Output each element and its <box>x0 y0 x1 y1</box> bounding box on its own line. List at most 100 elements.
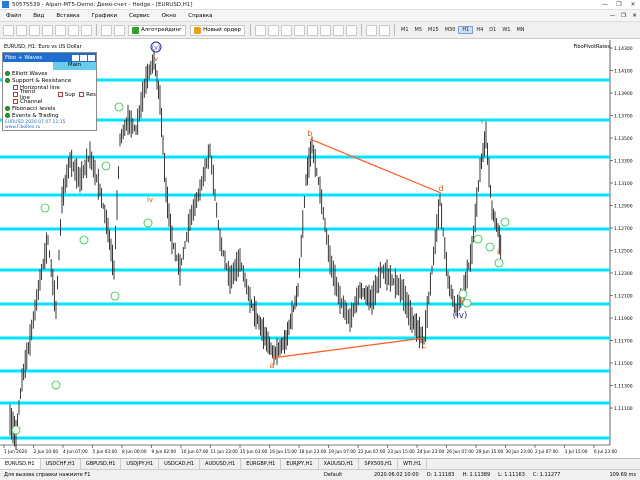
checkbox-icon[interactable] <box>13 92 18 97</box>
child-window-controls: — ❐ ✕ <box>607 13 640 19</box>
toggle-dot-icon[interactable] <box>5 78 10 83</box>
checkbox-icon[interactable] <box>13 99 18 104</box>
panel-row-extra-sup: Sup <box>64 91 76 98</box>
data-window-icon[interactable] <box>42 24 53 36</box>
bar-chart-icon[interactable] <box>255 24 267 36</box>
ide-icon[interactable] <box>101 24 112 36</box>
chart-tab[interactable]: USDJPY,H1 <box>121 458 160 470</box>
line-chart-icon[interactable] <box>281 24 293 36</box>
panel-row-channel[interactable]: Channel <box>3 98 96 105</box>
timeframe-h4[interactable]: H4 <box>473 27 486 33</box>
maximize-button[interactable]: ❐ <box>612 1 626 8</box>
chart-shift-icon[interactable] <box>333 24 345 36</box>
panel-tab-left[interactable] <box>3 62 53 70</box>
panel-row-support-resistance[interactable]: Support & Resistance <box>3 77 96 84</box>
crosshair-icon[interactable] <box>366 24 378 36</box>
chart-tab[interactable]: WTI,H1 <box>398 458 428 470</box>
menu-view[interactable]: Вид <box>27 13 50 19</box>
panel-row-trend-line[interactable]: Trend line Sup Res <box>3 89 96 101</box>
menu-window[interactable]: Окно <box>156 13 183 19</box>
wave-label-b: b <box>307 129 312 138</box>
checkbox-icon[interactable] <box>57 92 63 97</box>
window-controls: — ❐ ✕ <box>598 1 640 8</box>
panel-header[interactable]: Fibo + Waves <box>3 53 96 62</box>
child-close-button[interactable]: ✕ <box>629 13 640 19</box>
price-label: 1.12300 <box>614 271 633 277</box>
chart-tab[interactable]: GBPUSD,H1 <box>81 458 122 470</box>
panel-close-icon[interactable] <box>88 54 95 61</box>
status-profile: Default <box>324 472 343 478</box>
editor-icon[interactable] <box>114 24 125 36</box>
tile-windows-icon[interactable] <box>320 24 332 36</box>
menu-help[interactable]: Справка <box>182 13 218 19</box>
chart-tab[interactable]: USDCHF,H1 <box>41 458 81 470</box>
terminal-icon[interactable] <box>68 24 79 36</box>
candlestick-icon[interactable] <box>268 24 280 36</box>
panel-minimize-icon[interactable] <box>72 54 79 61</box>
zoom-in-icon[interactable] <box>294 24 306 36</box>
time-label: 19 Jun 07:00 <box>329 449 357 455</box>
chart-tab[interactable]: XAUUSD,H1 <box>319 458 360 470</box>
panel-row-events-trading[interactable]: Events & Trading <box>3 112 96 119</box>
menu-charts[interactable]: Графики <box>86 13 123 19</box>
chart-tab[interactable]: EURJPY,H1 <box>281 458 319 470</box>
timeframe-mn[interactable]: MN <box>513 27 527 33</box>
price-label: 1.12100 <box>614 294 633 300</box>
cursor-icon[interactable] <box>379 24 391 36</box>
status-datetime: 2020.06.02 10:00 <box>374 472 419 478</box>
toggle-dot-icon[interactable] <box>5 113 10 118</box>
panel-row-horizontal-line[interactable]: Horizontal line <box>3 84 96 91</box>
panel-settings-icon[interactable] <box>80 54 87 61</box>
zoom-out-icon[interactable] <box>307 24 319 36</box>
timeframe-m1[interactable]: M1 <box>398 27 412 33</box>
new-order-button[interactable]: Новый ордер <box>190 24 246 36</box>
new-order-icon <box>194 26 202 34</box>
panel-tab-main[interactable]: Main <box>53 62 96 70</box>
panel-row-fibonacci[interactable]: Fibonacci levels <box>3 105 96 112</box>
time-label: 6 Jul 23:00 <box>594 449 617 455</box>
toggle-dot-icon[interactable] <box>5 106 10 111</box>
chart-tab[interactable]: AUDUSD,H1 <box>200 458 242 470</box>
time-label: 9 Jun 02:00 <box>152 449 177 455</box>
panel-header-buttons <box>72 54 96 61</box>
time-label: 30 Jun 23:00 <box>506 449 534 455</box>
profiles-icon[interactable] <box>16 24 27 36</box>
timeframe-m30[interactable]: M30 <box>442 27 459 33</box>
chart-tab[interactable]: USDCAD,H1 <box>159 458 201 470</box>
chart-tab[interactable]: EURGBP,H1 <box>241 458 282 470</box>
chart-tab[interactable]: SPX500,H1 <box>359 458 399 470</box>
child-restore-button[interactable]: ❐ <box>618 13 629 19</box>
new-chart-icon[interactable] <box>3 24 14 36</box>
wave-label-c: c <box>422 341 426 350</box>
autoscroll-icon[interactable] <box>346 24 358 36</box>
menu-file[interactable]: Файл <box>0 13 27 19</box>
timeframe-w1[interactable]: W1 <box>499 27 513 33</box>
time-label: 18 Jun 23:00 <box>299 449 327 455</box>
toggle-dot-icon[interactable] <box>5 71 10 76</box>
timeframe-d1[interactable]: D1 <box>486 27 499 33</box>
close-button[interactable]: ✕ <box>626 1 640 8</box>
price-label: 1.13700 <box>614 114 633 120</box>
checkbox-icon[interactable] <box>13 85 18 90</box>
market-watch-icon[interactable] <box>29 24 40 36</box>
price-label: 1.11300 <box>614 384 633 390</box>
time-label: 11 Jun 23:00 <box>211 449 239 455</box>
wave-label-i: i <box>481 118 483 126</box>
wave-marker-circle <box>494 258 504 268</box>
strategy-tester-icon[interactable] <box>81 24 92 36</box>
chart-tab[interactable]: EURUSD,H1 <box>0 458 41 470</box>
wave-marker-circle <box>143 218 153 228</box>
panel-row-elliott-waves[interactable]: Elliott Waves <box>3 70 96 77</box>
timeframe-h1[interactable]: H1 <box>458 26 474 34</box>
timeframe-m15[interactable]: M15 <box>425 27 442 33</box>
minimize-button[interactable]: — <box>598 1 612 8</box>
wave-label-d: d <box>438 184 443 193</box>
checkbox-icon[interactable] <box>79 92 85 97</box>
menu-tools[interactable]: Сервис <box>123 13 156 19</box>
menu-insert[interactable]: Вставка <box>50 13 85 19</box>
navigator-icon[interactable] <box>55 24 66 36</box>
algo-trading-button[interactable]: Алготрейдинг <box>128 24 187 36</box>
child-minimize-button[interactable]: — <box>607 13 618 19</box>
wave-marker-circle <box>11 425 21 435</box>
timeframe-m5[interactable]: M5 <box>412 27 426 33</box>
